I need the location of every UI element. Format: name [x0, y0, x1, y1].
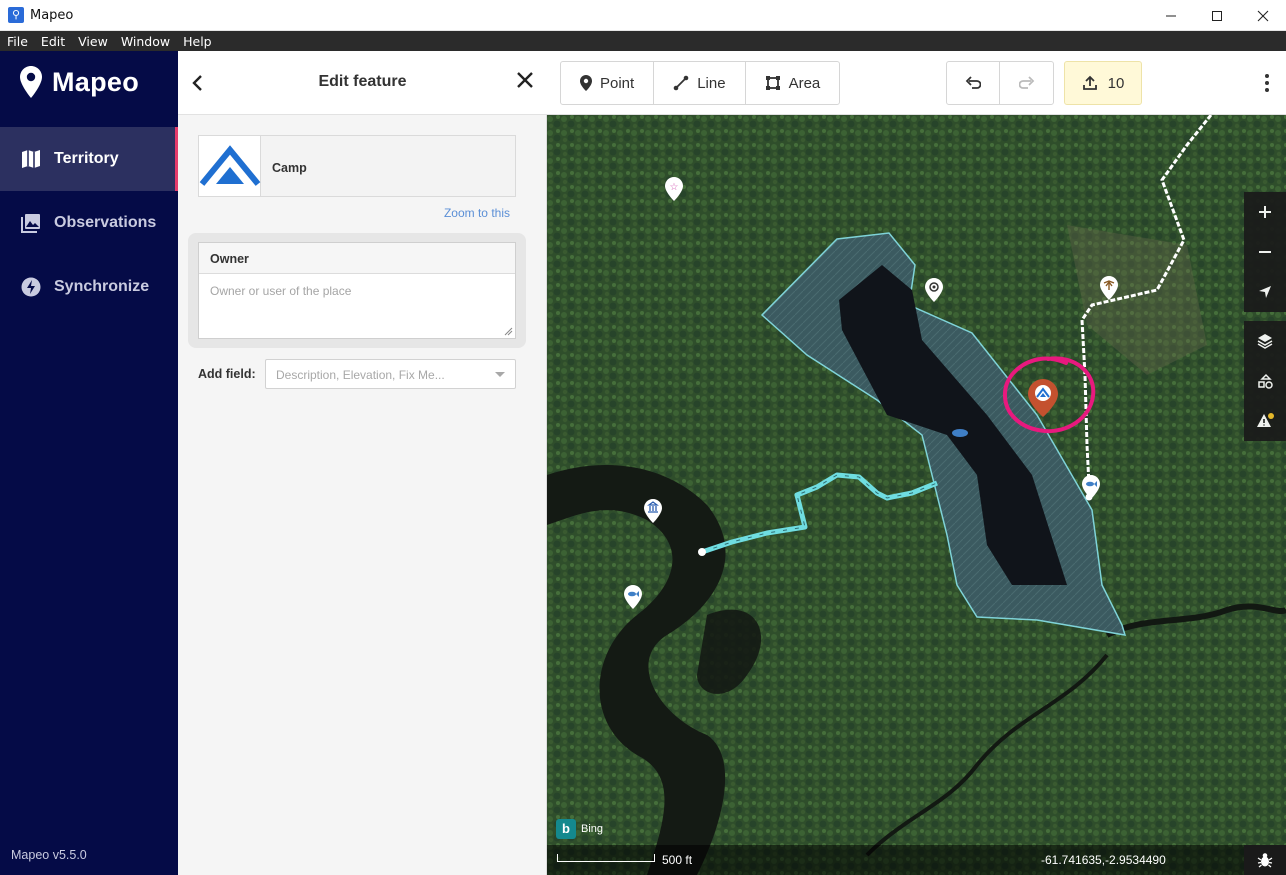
menu-edit[interactable]: Edit	[34, 34, 71, 49]
sidebar-item-label: Territory	[54, 150, 119, 167]
menu-help[interactable]: Help	[176, 34, 218, 49]
draw-mode-group: Point Line Area	[560, 61, 841, 105]
owner-input[interactable]: Owner or user of the place	[210, 284, 351, 298]
area-label: Area	[788, 74, 821, 92]
owner-field-label: Owner	[199, 243, 515, 274]
sidebar-item-synchronize[interactable]: Synchronize	[0, 255, 178, 319]
highlight-circle	[1002, 356, 1096, 434]
scale-label: 500 ft	[662, 853, 693, 867]
map-view[interactable]: ☆ b Bing 500 ft -61.741635,-2.9534490	[547, 115, 1286, 875]
close-icon[interactable]	[516, 71, 534, 89]
fish-marker-icon[interactable]	[1082, 475, 1100, 499]
sidebar-item-territory[interactable]: Territory	[0, 127, 178, 191]
map-zoom-controls	[1244, 192, 1286, 312]
upload-button[interactable]: 10	[1064, 61, 1142, 105]
window-titlebar: ⚲ Mapeo	[0, 0, 1286, 31]
sync-icon	[21, 277, 41, 297]
resize-grip-icon[interactable]	[504, 327, 513, 336]
viewpoint-marker-icon[interactable]	[925, 278, 943, 302]
layers-button[interactable]	[1244, 321, 1286, 361]
panel-header: Edit feature	[178, 51, 547, 115]
photos-icon	[21, 214, 40, 233]
camp-icon	[199, 136, 261, 196]
shapes-icon	[1258, 373, 1273, 389]
add-field-select[interactable]: Description, Elevation, Fix Me...	[265, 359, 516, 389]
add-line-button[interactable]: Line	[654, 62, 746, 104]
map-status-bar: 500 ft -61.741635,-2.9534490	[547, 845, 1286, 875]
preset-name: Camp	[272, 161, 307, 175]
panel-title: Edit feature	[318, 73, 407, 90]
bing-attribution: b Bing	[556, 819, 603, 839]
zoom-out-button[interactable]	[1244, 232, 1286, 272]
line-icon	[673, 75, 689, 91]
chevron-down-icon	[495, 372, 505, 377]
attribution-text: Bing	[581, 823, 604, 835]
add-field-label: Add field:	[198, 367, 256, 381]
menu-bar: File Edit View Window Help	[0, 31, 1286, 51]
undo-button[interactable]	[947, 62, 1000, 104]
menu-file[interactable]: File	[0, 34, 34, 49]
bing-logo-icon: b	[556, 819, 576, 839]
redo-button[interactable]	[1000, 62, 1053, 104]
scale-bar	[557, 854, 655, 862]
location-arrow-icon	[1259, 286, 1271, 298]
plus-icon	[1259, 206, 1271, 218]
bug-icon	[1257, 853, 1273, 868]
map-toolbar: Point Line Area 10	[547, 51, 1286, 115]
issues-button[interactable]	[1244, 401, 1286, 441]
brand: Mapeo	[20, 66, 139, 98]
edit-feature-panel: Edit feature Camp Zoom to this Owner Own…	[178, 51, 547, 875]
redo-icon	[1018, 76, 1034, 89]
map-pin-logo-icon	[20, 66, 42, 98]
point-marker-icon	[580, 75, 592, 91]
app-icon: ⚲	[8, 7, 24, 23]
window-title: Mapeo	[30, 8, 74, 23]
maximize-button[interactable]	[1194, 0, 1240, 31]
add-field-placeholder: Description, Elevation, Fix Me...	[276, 368, 445, 382]
fish-marker-icon[interactable]	[624, 585, 642, 609]
history-group	[946, 61, 1054, 105]
map-icon	[22, 150, 40, 168]
building-marker-icon[interactable]	[644, 499, 662, 523]
more-vertical-icon[interactable]	[1264, 73, 1270, 93]
preset-card[interactable]: Camp	[198, 135, 516, 197]
locate-button[interactable]	[1244, 272, 1286, 312]
sidebar-item-label: Observations	[54, 214, 157, 231]
zoom-in-button[interactable]	[1244, 192, 1286, 232]
minus-icon	[1259, 251, 1271, 253]
warning-icon	[1257, 413, 1274, 427]
close-window-button[interactable]	[1240, 0, 1286, 31]
menu-view[interactable]: View	[71, 34, 114, 49]
star-marker-icon[interactable]: ☆	[665, 177, 683, 201]
sidebar-item-label: Synchronize	[54, 278, 150, 295]
map-tool-controls	[1244, 321, 1286, 441]
area-icon	[765, 76, 780, 90]
menu-window[interactable]: Window	[114, 34, 176, 49]
add-area-button[interactable]: Area	[746, 62, 840, 104]
point-label: Point	[600, 74, 635, 92]
app-version: Mapeo v5.5.0	[11, 848, 87, 862]
satellite-imagery	[547, 115, 1286, 875]
sidebar-item-observations[interactable]: Observations	[0, 191, 178, 255]
sidebar: Mapeo Territory Observations Synchronize…	[0, 51, 178, 875]
layers-icon	[1257, 334, 1273, 349]
debug-button[interactable]	[1244, 845, 1286, 875]
cursor-coordinates: -61.741635,-2.9534490	[1041, 853, 1166, 867]
add-point-button[interactable]: Point	[561, 62, 655, 104]
zoom-to-this-link[interactable]: Zoom to this	[444, 206, 510, 220]
line-label: Line	[697, 74, 726, 92]
data-tools-button[interactable]	[1244, 361, 1286, 401]
owner-field[interactable]: Owner Owner or user of the place	[198, 242, 516, 339]
svg-text:☆: ☆	[670, 182, 679, 193]
upload-icon	[1082, 75, 1097, 90]
owner-field-group: Owner Owner or user of the place	[188, 233, 526, 348]
upload-count: 10	[1107, 74, 1125, 92]
undo-icon	[965, 76, 981, 89]
brand-name: Mapeo	[52, 66, 140, 97]
palm-marker-icon[interactable]	[1100, 276, 1118, 300]
minimize-button[interactable]	[1148, 0, 1194, 31]
